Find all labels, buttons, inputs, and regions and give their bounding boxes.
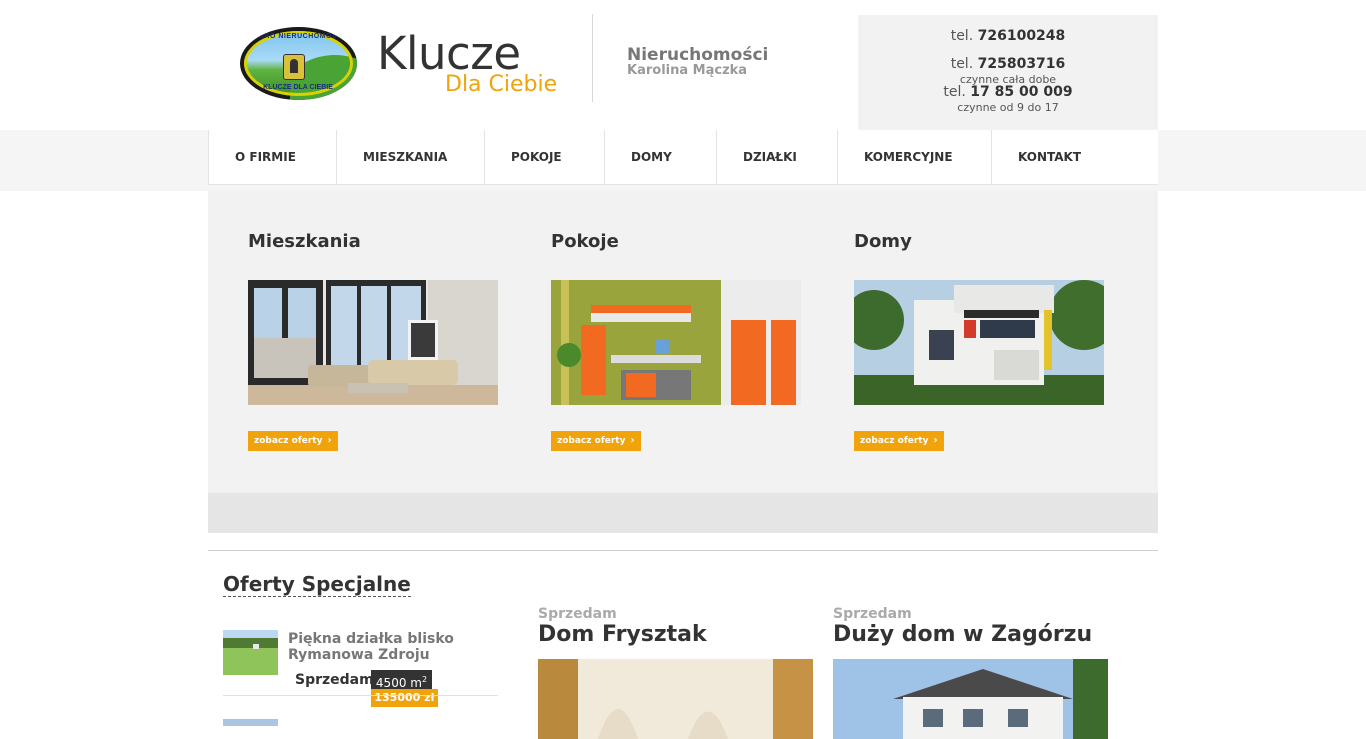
chevron-right-icon: › xyxy=(327,435,332,446)
phone-line-2: tel. 725803716 xyxy=(858,56,1158,72)
section-divider xyxy=(208,550,1158,551)
special-offer-thumbnail[interactable] xyxy=(223,630,278,675)
offer-kind: Sprzedam xyxy=(833,606,912,622)
special-offer-thumbnail-2[interactable] xyxy=(223,716,278,726)
category-title-mieszkania[interactable]: Mieszkania xyxy=(248,231,361,252)
nav-item-o-firmie[interactable]: O FIRMIE xyxy=(208,130,337,184)
special-offer-price: 135000 zł xyxy=(371,689,438,707)
see-offers-button-mieszkania[interactable]: zobacz oferty › xyxy=(248,431,338,451)
see-offers-button-domy[interactable]: zobacz oferty › xyxy=(854,431,944,451)
logo-text-bottom: KLUCZE DLA CIEBIE xyxy=(263,84,333,91)
category-image-pokoje[interactable] xyxy=(551,280,801,405)
phone-hours-3: czynne od 9 do 17 xyxy=(957,101,1059,114)
nav-item-kontakt[interactable]: KONTAKT xyxy=(992,130,1158,184)
chevron-right-icon: › xyxy=(933,435,938,446)
categories-footer-band xyxy=(208,493,1158,533)
brand-tagline: Dla Ciebie xyxy=(445,72,558,97)
categories-panel: Mieszkania zobacz oferty › Pokoje zobacz… xyxy=(208,191,1158,493)
contact-box: tel. 726100248 tel. 725803716 czynne cał… xyxy=(858,15,1158,130)
area-unit-sup: 2 xyxy=(421,675,428,684)
chevron-right-icon: › xyxy=(630,435,635,446)
logo-text-top: BIURO NIERUCHOMOŚCI xyxy=(250,33,346,40)
offer-title[interactable]: Dom Frysztak xyxy=(538,622,707,647)
category-image-mieszkania[interactable] xyxy=(248,280,498,405)
phone-label: tel. xyxy=(950,56,974,72)
nav-item-domy[interactable]: DOMY xyxy=(605,130,717,184)
see-offers-label: zobacz oferty xyxy=(254,436,323,446)
company-logo[interactable]: BIURO NIERUCHOMOŚCI KLUCZE DLA CIEBIE xyxy=(240,27,357,100)
header-divider xyxy=(592,14,593,102)
see-offers-label: zobacz oferty xyxy=(860,436,929,446)
phone-number-2[interactable]: 725803716 xyxy=(978,56,1066,72)
phone-number-3[interactable]: 17 85 00 009 xyxy=(970,84,1072,100)
phone-label: tel. xyxy=(943,84,966,100)
offer-image[interactable] xyxy=(833,659,1108,739)
offer-kind: Sprzedam xyxy=(538,606,617,622)
main-nav: O FIRMIE MIESZKANIA POKOJE DOMY DZIAŁKI … xyxy=(208,130,1158,185)
special-offer-area: 4500 m2 xyxy=(371,670,432,690)
see-offers-label: zobacz oferty xyxy=(557,436,626,446)
phone-line-3: tel. 17 85 00 009 xyxy=(858,84,1158,100)
offer-image[interactable] xyxy=(538,659,813,739)
see-offers-button-pokoje[interactable]: zobacz oferty › xyxy=(551,431,641,451)
category-title-domy[interactable]: Domy xyxy=(854,231,912,252)
nav-item-pokoje[interactable]: POKOJE xyxy=(485,130,605,184)
phone-label: tel. xyxy=(950,28,974,44)
category-image-domy[interactable] xyxy=(854,280,1104,405)
company-owner: Karolina Mączka xyxy=(627,63,748,78)
nav-item-dzialki[interactable]: DZIAŁKI xyxy=(717,130,838,184)
special-offer-title[interactable]: Piękna działka blisko Rymanowa Zdroju xyxy=(288,631,478,663)
area-value: 4500 m xyxy=(375,676,422,690)
offer-title[interactable]: Duży dom w Zagórzu xyxy=(833,622,1092,647)
special-offer-separator xyxy=(223,695,498,696)
special-offer-type: Sprzedam xyxy=(295,672,374,688)
phone-number-1[interactable]: 726100248 xyxy=(978,28,1066,44)
key-house-icon xyxy=(283,54,305,80)
nav-item-mieszkania[interactable]: MIESZKANIA xyxy=(337,130,485,184)
phone-line-1: tel. 726100248 xyxy=(858,28,1158,44)
special-offers-heading: Oferty Specjalne xyxy=(223,572,411,597)
nav-item-komercyjne[interactable]: KOMERCYJNE xyxy=(838,130,992,184)
offers-panel: Sprzedam Dom Frysztak Sprzedam Duży dom … xyxy=(508,575,1138,739)
category-title-pokoje[interactable]: Pokoje xyxy=(551,231,619,252)
company-title: Nieruchomości xyxy=(627,45,769,65)
